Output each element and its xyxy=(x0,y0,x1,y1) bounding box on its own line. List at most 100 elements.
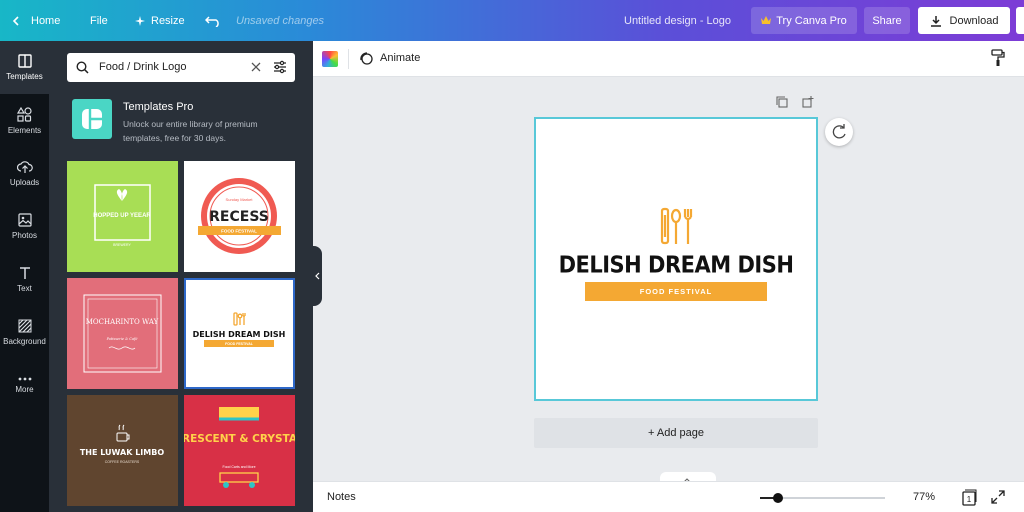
notes-button[interactable]: Notes xyxy=(327,491,356,503)
try-pro-label: Try Canva Pro xyxy=(776,14,847,27)
zoom-level[interactable]: 77% xyxy=(913,491,935,503)
search-icon xyxy=(76,61,89,74)
top-bar: Home File Resize Unsaved changes Untitle… xyxy=(0,0,1024,41)
download-button[interactable]: Download xyxy=(918,7,1010,34)
utensils-icon[interactable] xyxy=(660,207,694,247)
template-3-art: MOCHARINTO WAY Patisserie & Café xyxy=(83,294,162,373)
editor-toolbar: Animate xyxy=(313,41,1024,77)
download-label: Download xyxy=(949,14,999,27)
add-page-icon[interactable] xyxy=(802,96,814,108)
template-3-subtitle: Patisserie & Café xyxy=(106,337,138,341)
template-thumbnail[interactable]: HOPPED UP YEEAR BREWERY xyxy=(67,161,178,272)
animate-icon xyxy=(360,52,373,65)
logo-tagline-band[interactable]: FOOD FESTIVAL xyxy=(585,282,767,301)
template-4-band: FOOD FESTIVAL xyxy=(225,342,254,346)
try-pro-button[interactable]: Try Canva Pro xyxy=(751,7,857,34)
pages-icon: 1 xyxy=(962,489,977,506)
nav-more[interactable]: More xyxy=(0,359,49,412)
more-options-button[interactable] xyxy=(1016,7,1024,34)
zoom-slider[interactable] xyxy=(760,493,885,503)
collapse-panel-handle[interactable] xyxy=(313,246,322,306)
template-6-title: CRESCENT & CRYSTAL xyxy=(184,433,295,445)
template-5-subtitle: COFFEE ROASTERS xyxy=(105,460,140,464)
templates-pro-icon[interactable] xyxy=(72,99,112,139)
template-thumbnail[interactable]: MOCHARINTO WAY Patisserie & Café xyxy=(67,278,178,389)
background-color-icon[interactable] xyxy=(322,51,338,67)
add-page-button[interactable]: + Add page xyxy=(534,418,818,448)
toolbar-divider xyxy=(348,49,349,69)
template-thumbnail[interactable]: Sunday Market RECESS FOOD FESTIVAL xyxy=(184,161,295,272)
template-3-title: MOCHARINTO WAY xyxy=(86,318,159,326)
template-2-band: FOOD FESTIVAL xyxy=(221,229,257,234)
nav-templates[interactable]: Templates xyxy=(0,41,49,94)
promo-title[interactable]: Templates Pro xyxy=(123,101,193,113)
nav-templates-label: Templates xyxy=(6,72,43,81)
resize-button[interactable]: Resize xyxy=(135,0,185,41)
animate-button[interactable]: Animate xyxy=(359,51,420,65)
template-thumbnail[interactable]: CRESCENT & CRYSTAL Food Carts and More xyxy=(184,395,295,506)
filter-icon[interactable] xyxy=(273,60,287,74)
unsaved-status: Unsaved changes xyxy=(236,14,325,27)
fullscreen-icon[interactable] xyxy=(991,490,1005,504)
nav-text[interactable]: Text xyxy=(0,253,49,306)
promo-description: Unlock our entire library of premium tem… xyxy=(123,119,258,143)
template-5-art: THE LUWAK LIMBO COFFEE ROASTERS xyxy=(80,424,164,464)
chevron-left-icon xyxy=(12,15,19,26)
elements-icon xyxy=(17,106,32,122)
uploads-icon xyxy=(16,161,33,173)
template-thumbnail[interactable]: THE LUWAK LIMBO COFFEE ROASTERS xyxy=(67,395,178,506)
nav-uploads[interactable]: Uploads xyxy=(0,147,49,200)
photos-icon xyxy=(17,213,32,227)
share-button[interactable]: Share xyxy=(864,7,910,34)
nav-uploads-label: Uploads xyxy=(9,178,40,187)
nav-elements[interactable]: Elements xyxy=(0,94,49,147)
template-6-art: CRESCENT & CRYSTAL Food Carts and More xyxy=(184,407,295,488)
paint-roller-icon[interactable] xyxy=(991,49,1005,67)
page-count-button[interactable]: 1 xyxy=(961,489,977,509)
file-menu[interactable]: File xyxy=(90,0,108,41)
pro-layout-icon xyxy=(82,109,102,129)
template-1-art: HOPPED UP YEEAR BREWERY xyxy=(93,184,151,247)
clear-search-icon[interactable] xyxy=(250,61,262,73)
refresh-icon xyxy=(832,124,846,139)
nav-background-label: Background xyxy=(3,337,46,346)
sparkle-icon xyxy=(135,15,145,26)
template-1-title: HOPPED UP YEEAR xyxy=(93,213,151,219)
nav-photos[interactable]: Photos xyxy=(0,200,49,253)
home-label: Home xyxy=(31,14,61,27)
nav-background[interactable]: Background xyxy=(0,306,49,359)
more-icon xyxy=(18,377,31,381)
background-icon xyxy=(18,319,31,333)
animate-label: Animate xyxy=(380,52,421,64)
chevron-left-icon xyxy=(315,272,320,280)
home-button[interactable]: Home xyxy=(10,0,60,41)
text-icon xyxy=(19,267,30,279)
template-2-title: RECESS xyxy=(209,209,269,225)
crown-icon xyxy=(761,16,772,24)
bottom-bar: Notes 77% 1 xyxy=(313,481,1024,512)
template-2-top: Sunday Market xyxy=(226,197,254,202)
template-4-art: DELISH DREAM DISH FOOD FESTIVAL xyxy=(193,312,286,347)
search-input[interactable]: Food / Drink Logo xyxy=(99,61,186,73)
side-nav: Templates Elements Uploads Photos Text B… xyxy=(0,41,49,512)
zoom-slider-handle[interactable] xyxy=(772,493,783,503)
nav-text-label: Text xyxy=(17,284,32,293)
design-page[interactable]: DELISH DREAM DISH FOOD FESTIVAL xyxy=(534,117,818,401)
nav-photos-label: Photos xyxy=(12,231,37,240)
template-2-art: Sunday Market RECESS FOOD FESTIVAL xyxy=(198,178,281,254)
design-title[interactable]: Untitled design - Logo xyxy=(624,0,731,41)
template-1-subtitle: BREWERY xyxy=(113,243,131,247)
undo-button[interactable] xyxy=(205,0,221,41)
logo-title-text[interactable]: DELISH DREAM DISH xyxy=(536,252,816,278)
nav-more-label: More xyxy=(15,385,34,394)
template-search-box[interactable]: Food / Drink Logo xyxy=(67,53,295,82)
undo-icon xyxy=(205,15,219,27)
template-5-title: THE LUWAK LIMBO xyxy=(80,448,164,457)
templates-icon xyxy=(17,54,32,68)
template-thumbnail-selected[interactable]: DELISH DREAM DISH FOOD FESTIVAL xyxy=(184,278,295,389)
download-icon xyxy=(930,15,941,27)
templates-panel: Food / Drink Logo Templates Pro Unlock o… xyxy=(49,41,313,512)
refresh-button[interactable] xyxy=(825,118,853,146)
template-4-title: DELISH DREAM DISH xyxy=(193,330,286,339)
duplicate-page-icon[interactable] xyxy=(776,96,788,108)
